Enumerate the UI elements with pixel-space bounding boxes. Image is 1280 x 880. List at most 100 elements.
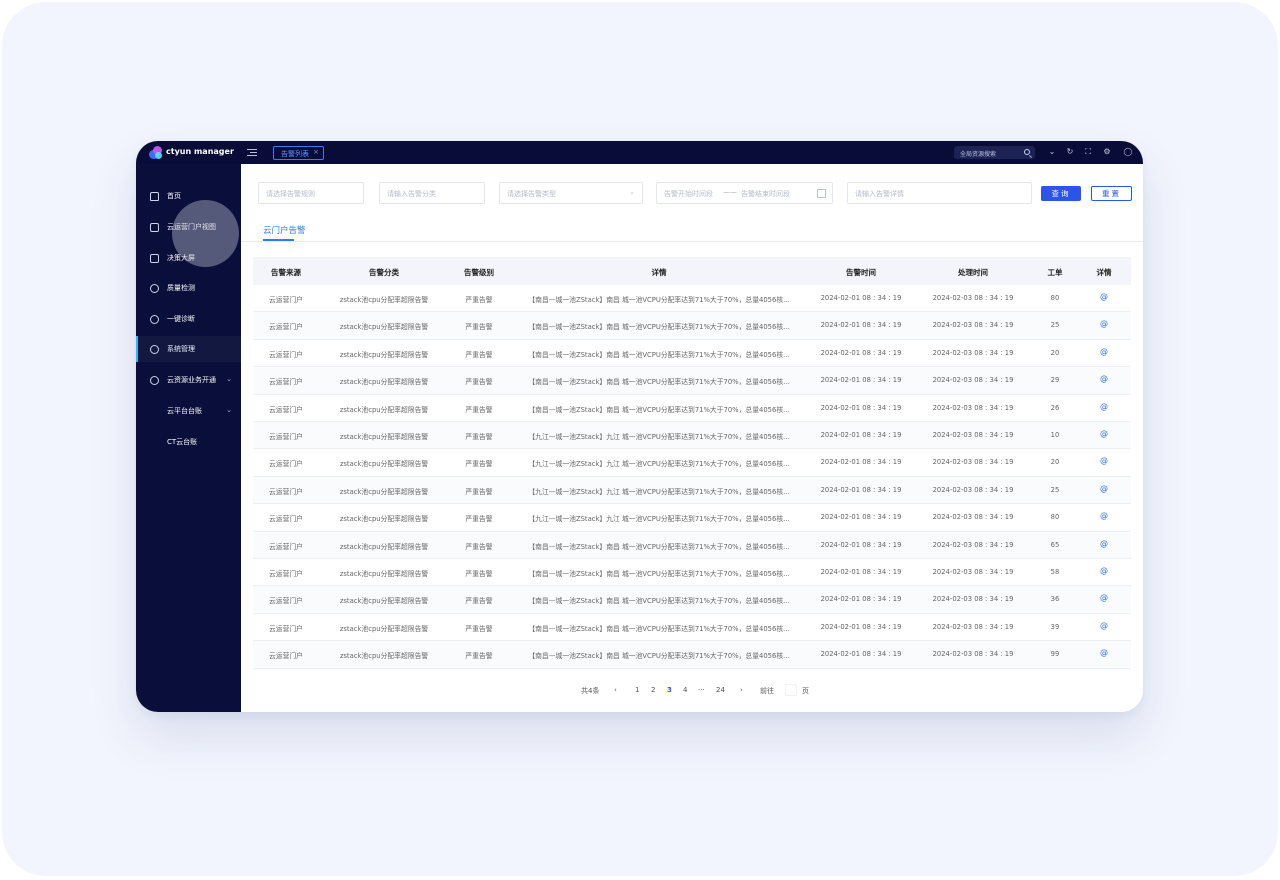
fullscreen-icon[interactable]: ⛶ bbox=[1083, 147, 1093, 157]
table-row[interactable]: 云运营门户 zstack池cpu分配率超限告警 严重告警 【南昌—城一池ZStack】… bbox=[253, 614, 1131, 642]
table-row[interactable]: 云运营门户 zstack池cpu分配率超限告警 严重告警 【南昌—城一池ZStack】… bbox=[253, 641, 1131, 669]
alarm-category-placeholder: 请输入告警分类 bbox=[387, 190, 436, 198]
sidebar-item-quality-check[interactable]: 质量检测 bbox=[136, 275, 241, 301]
pagination-page-2[interactable]: 2 bbox=[651, 686, 655, 694]
column-header: 工单 bbox=[1047, 268, 1063, 277]
cell-handle-time: 2024-02-03 08 : 34 : 19 bbox=[932, 513, 1014, 522]
cell-detail: 【南昌—城一池ZStack】南昌 城一池VCPU分配率达到71%大于70%，总量… bbox=[528, 570, 790, 578]
sidebar: 首页 云运营门户视图 决策大屏 质量检测 一键诊断 系统管理 云资源业务开通 ⌄ bbox=[136, 164, 241, 712]
cell-detail: 【九江—城一池ZStack】九江 城一池VCPU分配率达到71%大于70%，总量… bbox=[528, 433, 790, 441]
cell-level: 严重告警 bbox=[465, 433, 493, 441]
table-body: 云运营门户 zstack池cpu分配率超限告警 严重告警 【南昌—城一池ZStack】… bbox=[253, 285, 1131, 669]
sidebar-item-diagnose[interactable]: 一键诊断 bbox=[136, 306, 241, 332]
chevron-down-icon[interactable]: ⌄ bbox=[1047, 147, 1057, 157]
user-icon[interactable]: ◯ bbox=[1123, 147, 1133, 157]
detail-link-icon[interactable]: @ bbox=[1077, 402, 1131, 411]
alarm-category-input[interactable]: 请输入告警分类 bbox=[379, 182, 485, 204]
cell-handle-time: 2024-02-03 08 : 34 : 19 bbox=[932, 403, 1014, 412]
menu-toggle-icon[interactable] bbox=[247, 149, 257, 157]
pagination-page-1[interactable]: 1 bbox=[635, 686, 639, 694]
cell-work-order: 36 bbox=[1050, 595, 1060, 604]
table-row[interactable]: 云运营门户 zstack池cpu分配率超限告警 严重告警 【九江—城一池ZStack】… bbox=[253, 449, 1131, 477]
tab-bar: 云门户告警 bbox=[241, 221, 1143, 242]
cell-handle-time: 2024-02-03 08 : 34 : 19 bbox=[932, 294, 1014, 302]
alarm-type-select[interactable]: 请选择告警类型 ⌄ bbox=[499, 182, 643, 204]
detail-link-icon[interactable]: @ bbox=[1077, 511, 1131, 520]
screen-icon bbox=[150, 254, 159, 263]
sidebar-item-label: CT云台账 bbox=[167, 438, 198, 446]
pagination-page-4[interactable]: 4 bbox=[683, 686, 687, 694]
cell-handle-time: 2024-02-03 08 : 34 : 19 bbox=[932, 348, 1014, 357]
sidebar-item-system-management[interactable]: 系统管理 bbox=[136, 336, 241, 362]
cell-handle-time: 2024-02-03 08 : 34 : 19 bbox=[932, 568, 1014, 576]
cell-level: 严重告警 bbox=[465, 378, 493, 387]
cell-detail: 【南昌—城一池ZStack】南昌 城一池VCPU分配率达到71%大于70%，总量… bbox=[528, 542, 790, 551]
sidebar-item-resource-provisioning[interactable]: 云资源业务开通 ⌄ bbox=[136, 367, 241, 393]
table-row[interactable]: 云运营门户 zstack池cpu分配率超限告警 严重告警 【南昌—城一池ZStack】… bbox=[253, 367, 1131, 395]
alarm-table: 告警来源 告警分类 告警级别 详情 告警时间 处理时间 工单 详情 云运营门户 z… bbox=[253, 257, 1131, 670]
pagination-page-3[interactable]: 3 bbox=[667, 686, 672, 694]
cell-detail: 【南昌—城一池ZStack】南昌 城一池VCPU分配率达到71%大于70%，总量… bbox=[528, 624, 790, 633]
pagination-next-icon[interactable]: › bbox=[740, 686, 743, 694]
reset-button[interactable]: 重置 bbox=[1091, 186, 1132, 201]
detail-link-icon[interactable]: @ bbox=[1077, 374, 1131, 383]
cell-alarm-time: 2024-02-01 08 : 34 : 19 bbox=[820, 540, 902, 549]
cell-level: 严重告警 bbox=[465, 350, 493, 359]
alarm-time-range-picker[interactable]: 告警开始时间段 —— 告警结束时间段 bbox=[656, 182, 833, 204]
pagination-prev-icon[interactable]: ‹ bbox=[614, 686, 617, 694]
settings-icon bbox=[150, 345, 159, 354]
table-row[interactable]: 云运营门户 zstack池cpu分配率超限告警 严重告警 【南昌—城一池ZStack】… bbox=[253, 395, 1131, 422]
table-row[interactable]: 云运营门户 zstack池cpu分配率超限告警 严重告警 【南昌—城一池ZStack】… bbox=[253, 312, 1131, 340]
table-row[interactable]: 云运营门户 zstack池cpu分配率超限告警 严重告警 【南昌—城一池ZStack】… bbox=[253, 285, 1131, 313]
cell-work-order: 80 bbox=[1050, 513, 1060, 522]
table-row[interactable]: 云运营门户 zstack池cpu分配率超限告警 严重告警 【南昌—城一池ZStack】… bbox=[253, 340, 1131, 368]
detail-link-icon[interactable]: @ bbox=[1077, 456, 1131, 465]
table-row[interactable]: 云运营门户 zstack池cpu分配率超限告警 严重告警 【南昌—城一池ZStack】… bbox=[253, 559, 1131, 587]
tab-alarm-list[interactable]: 告警列表 × bbox=[273, 146, 324, 160]
cell-category: zstack池cpu分配率超限告警 bbox=[339, 350, 429, 359]
cell-work-order: 39 bbox=[1050, 622, 1060, 631]
cell-work-order: 29 bbox=[1050, 376, 1060, 385]
refresh-icon[interactable]: ↻ bbox=[1065, 147, 1075, 157]
detail-link-icon[interactable]: @ bbox=[1077, 347, 1131, 356]
detail-link-icon[interactable]: @ bbox=[1077, 539, 1131, 548]
cell-alarm-time: 2024-02-01 08 : 34 : 19 bbox=[820, 622, 902, 631]
table-row[interactable]: 云运营门户 zstack池cpu分配率超限告警 严重告警 【南昌—城一池ZStack】… bbox=[253, 531, 1131, 559]
table-row[interactable]: 云运营门户 zstack池cpu分配率超限告警 严重告警 【九江—城一池ZStack】… bbox=[253, 476, 1131, 505]
cell-source: 云运营门户 bbox=[269, 405, 303, 414]
sidebar-item-label: 系统管理 bbox=[167, 345, 195, 353]
detail-link-icon[interactable]: @ bbox=[1077, 484, 1131, 493]
cell-detail: 【南昌—城一池ZStack】南昌 城一池VCPU分配率达到71%大于70%，总量… bbox=[528, 597, 790, 606]
detail-link-icon[interactable]: @ bbox=[1077, 621, 1131, 630]
detail-link-icon[interactable]: @ bbox=[1077, 648, 1131, 657]
detail-link-icon[interactable]: @ bbox=[1077, 292, 1131, 301]
global-search-input[interactable]: 全局资源搜索 bbox=[954, 146, 1035, 159]
query-button[interactable]: 查询 bbox=[1041, 186, 1081, 201]
pagination: 共4条 ‹ 1 2 3 4 ··· 24 › 前往 页 bbox=[241, 684, 1143, 698]
table-row[interactable]: 云运营门户 zstack池cpu分配率超限告警 严重告警 【九江—城一池ZStack】… bbox=[253, 422, 1131, 450]
detail-link-icon[interactable]: @ bbox=[1077, 566, 1131, 575]
cell-level: 严重告警 bbox=[465, 323, 493, 332]
tab-close-icon[interactable]: × bbox=[313, 148, 319, 156]
sidebar-item-cloud-ledger[interactable]: 云平台台账 ⌄ bbox=[136, 398, 241, 424]
detail-link-icon[interactable]: @ bbox=[1077, 593, 1131, 602]
cell-category: zstack池cpu分配率超限告警 bbox=[339, 652, 429, 661]
alarm-detail-input[interactable]: 请输入告警详情 bbox=[847, 182, 1032, 204]
pagination-goto-input[interactable] bbox=[785, 684, 797, 696]
table-row[interactable]: 云运营门户 zstack池cpu分配率超限告警 严重告警 【九江—城一池ZStack】… bbox=[253, 504, 1131, 532]
alarm-rule-select[interactable]: 请选择告警规则 bbox=[258, 182, 364, 204]
global-search-placeholder: 全局资源搜索 bbox=[960, 151, 997, 158]
cell-level: 严重告警 bbox=[465, 570, 493, 578]
table-row[interactable]: 云运营门户 zstack池cpu分配率超限告警 严重告警 【南昌—城一池ZStack】… bbox=[253, 586, 1131, 614]
cell-alarm-time: 2024-02-01 08 : 34 : 19 bbox=[820, 348, 902, 357]
cell-level: 严重告警 bbox=[465, 624, 493, 633]
sidebar-item-ct-ledger[interactable]: CT云台账 bbox=[136, 429, 241, 455]
pagination-ellipsis[interactable]: ··· bbox=[698, 686, 705, 694]
tab-cloud-portal-alarm[interactable]: 云门户告警 bbox=[263, 224, 306, 236]
search-icon[interactable] bbox=[1024, 149, 1030, 155]
pagination-goto-label: 前往 bbox=[760, 687, 774, 695]
settings-icon[interactable]: ⚙ bbox=[1102, 147, 1112, 157]
detail-link-icon[interactable]: @ bbox=[1077, 319, 1131, 328]
pagination-page-24[interactable]: 24 bbox=[716, 686, 725, 694]
detail-link-icon[interactable]: @ bbox=[1077, 429, 1131, 438]
